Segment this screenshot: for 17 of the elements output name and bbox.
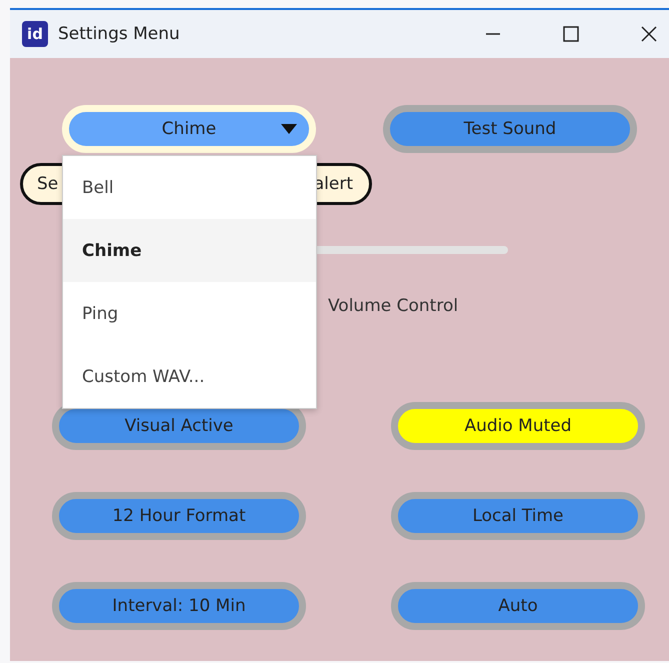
test-sound-button[interactable]: Test Sound (383, 105, 637, 153)
toggle-button[interactable]: Audio Muted (391, 402, 645, 450)
toggle-button[interactable]: Local Time (391, 492, 645, 540)
close-icon[interactable] (641, 26, 657, 42)
toggle-button[interactable]: Interval: 10 Min (52, 582, 306, 630)
dropdown-option[interactable]: Chime (63, 219, 316, 282)
app-icon: id (22, 21, 48, 47)
dropdown-option[interactable]: Ping (63, 282, 316, 345)
chip-text: Se (37, 174, 58, 194)
volume-label: Volume Control (328, 296, 458, 316)
caret-icon (281, 124, 297, 134)
toggle-button[interactable]: 12 Hour Format (52, 492, 306, 540)
sound-dropdown[interactable]: Chime (62, 105, 316, 153)
dropdown-option[interactable]: Bell (63, 156, 316, 219)
toggle-button[interactable]: Auto (391, 582, 645, 630)
window-title: Settings Menu (58, 24, 180, 44)
maximize-icon[interactable] (563, 26, 579, 42)
